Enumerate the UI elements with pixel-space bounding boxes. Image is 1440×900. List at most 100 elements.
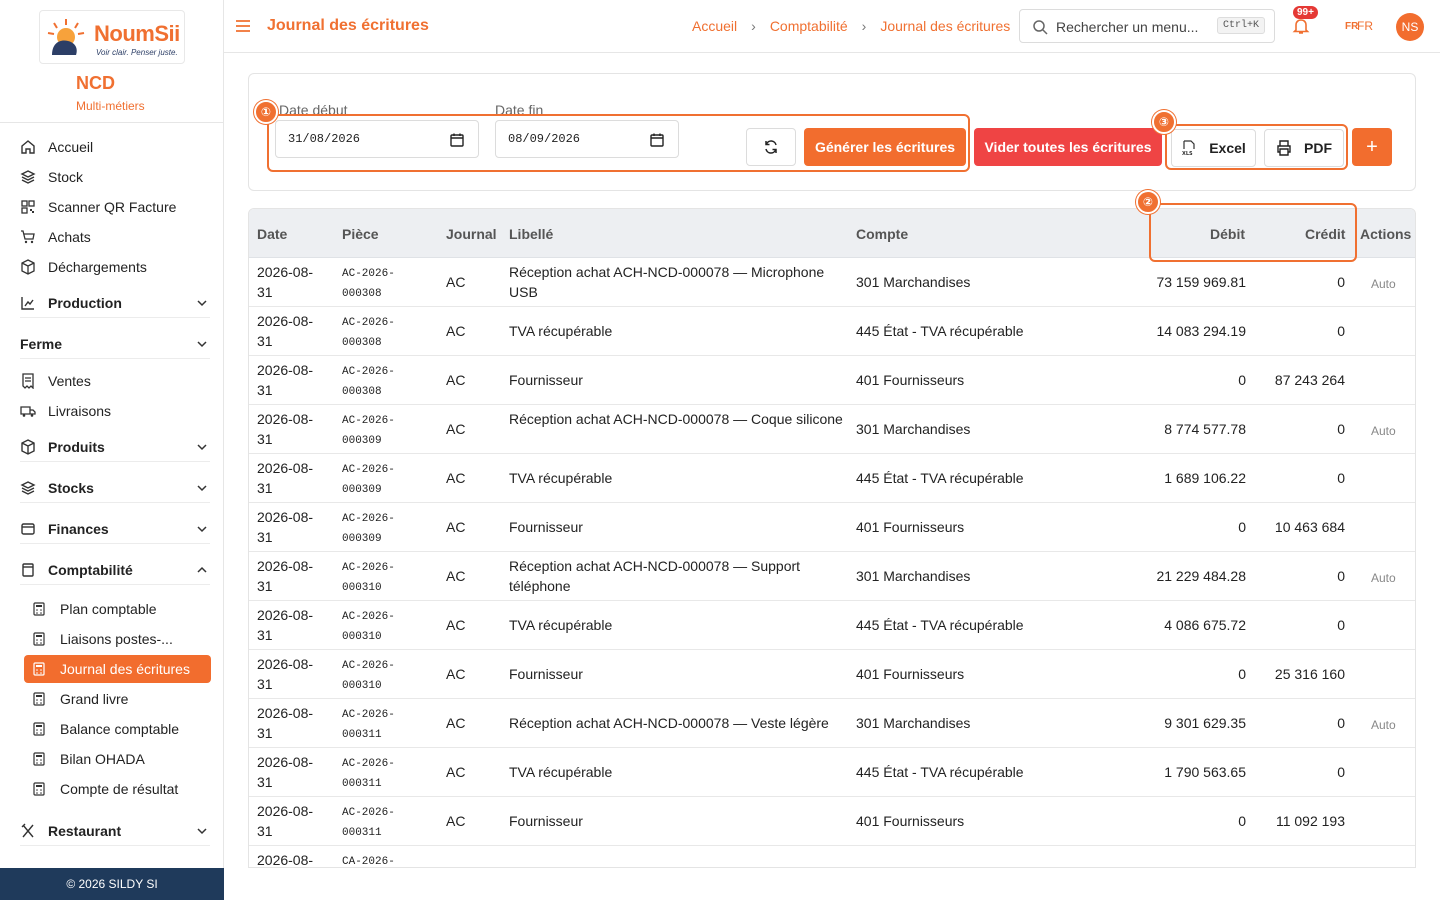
breadcrumb-item[interactable]: Comptabilité xyxy=(770,18,848,34)
cell-action[interactable]: Auto xyxy=(1371,715,1396,735)
sidebar-item-label: Livraisons xyxy=(48,403,112,419)
table-row[interactable]: 2026-08-31 AC-2026-000309 AC TVA récupérabl… xyxy=(249,454,1415,503)
cell-journal: AC xyxy=(446,274,466,290)
add-entry-button[interactable]: + xyxy=(1352,128,1392,166)
sidebar-item-liaisons-postes[interactable]: Liaisons postes-... xyxy=(32,625,173,653)
annotation-marker-3: ③ xyxy=(1152,110,1176,134)
sidebar-item-livraisons[interactable]: Livraisons xyxy=(20,396,111,426)
logo-wordmark: NoumSii xyxy=(94,21,180,46)
cell-debit: 9 301 629.35 xyxy=(1164,715,1246,731)
table-row[interactable]: 2026-08- CA-2026- xyxy=(249,846,1415,867)
cell-action[interactable]: Auto xyxy=(1371,421,1396,441)
sidebar-item-stock[interactable]: Stock xyxy=(20,162,83,192)
annotation-marker-1: ① xyxy=(254,100,278,124)
sidebar-item-bilan-ohada[interactable]: Bilan OHADA xyxy=(32,745,145,773)
avatar[interactable]: NS xyxy=(1396,13,1424,41)
cell-journal: AC xyxy=(446,666,466,682)
sidebar-item-compte-resultat[interactable]: Compte de résultat xyxy=(32,775,178,803)
cell-debit: 21 229 484.28 xyxy=(1156,568,1246,584)
annotation-box-filters xyxy=(267,114,970,172)
sidebar-group-comptabilite[interactable]: Comptabilité xyxy=(20,555,210,585)
table-row[interactable]: 2026-08-31 AC-2026-000310 AC TVA récupérabl… xyxy=(249,601,1415,650)
table-row[interactable]: 2026-08-31 AC-2026-000311 AC TVA récupérabl… xyxy=(249,748,1415,797)
sidebar-item-balance-comptable[interactable]: Balance comptable xyxy=(32,715,179,743)
sidebar-group-finances[interactable]: Finances xyxy=(20,514,210,544)
cell-journal: AC xyxy=(446,813,466,829)
journal-table: Date Pièce Journal Libellé Compte Débit … xyxy=(248,208,1416,868)
sidebar-group-restaurant[interactable]: Restaurant xyxy=(20,816,210,846)
cell-compte: 401 Fournisseurs xyxy=(856,666,965,682)
table-row[interactable]: 2026-08-31 AC-2026-000311 AC Fournisseur 401… xyxy=(249,797,1415,846)
sidebar-group-stocks[interactable]: Stocks xyxy=(20,473,210,503)
sidebar-item-label: Bilan OHADA xyxy=(60,751,145,767)
table-row[interactable]: 2026-08-31 AC-2026-000308 AC TVA récupérabl… xyxy=(249,307,1415,356)
cell-libelle: Fournisseur xyxy=(509,372,583,388)
sidebar-group-produits[interactable]: Produits xyxy=(20,432,210,462)
table-row[interactable]: 2026-08-31 AC-2026-000309 AC Fournisseur 401… xyxy=(249,503,1415,552)
table-row[interactable]: 2026-08-31 AC-2026-000310 AC Réception acha… xyxy=(249,552,1415,601)
table-row[interactable]: 2026-08-31 AC-2026-000311 AC Réception acha… xyxy=(249,699,1415,748)
breadcrumb-item[interactable]: Journal des écritures xyxy=(880,18,1010,34)
calculator-icon xyxy=(33,752,45,766)
sidebar-item-label: Achats xyxy=(48,229,91,245)
sidebar-item-label: Grand livre xyxy=(60,691,129,707)
cell-credit: 87 243 264 xyxy=(1274,372,1345,388)
sidebar-item-accueil[interactable]: Accueil xyxy=(20,132,93,162)
col-header-journal[interactable]: Journal xyxy=(446,226,497,242)
wallet-icon xyxy=(21,522,35,535)
cell-action[interactable]: Auto xyxy=(1371,274,1396,294)
search-input[interactable] xyxy=(1056,16,1206,38)
brand-logo[interactable]: NoumSii Voir clair. Penser juste. xyxy=(39,10,185,64)
sidebar-item-plan-comptable[interactable]: Plan comptable xyxy=(32,595,157,623)
sidebar-item-dechargements[interactable]: Déchargements xyxy=(20,252,147,282)
chevron-down-icon xyxy=(197,485,207,492)
annotation-box-amounts xyxy=(1149,203,1357,262)
col-header-piece[interactable]: Pièce xyxy=(342,226,379,242)
sidebar-group-label: Production xyxy=(48,294,122,311)
chevron-down-icon xyxy=(197,444,207,451)
shortcut-hint: Ctrl+K xyxy=(1217,17,1266,34)
page-title: Journal des écritures xyxy=(267,17,429,34)
language-selector[interactable]: FR xyxy=(1357,19,1373,33)
sidebar-item-journal-ecritures[interactable]: Journal des écritures xyxy=(24,655,211,683)
cell-action[interactable]: Auto xyxy=(1371,568,1396,588)
sidebar-item-achats[interactable]: Achats xyxy=(20,222,91,252)
calculator-icon xyxy=(33,602,45,616)
col-header-libelle[interactable]: Libellé xyxy=(509,226,553,242)
cell-libelle: Réception achat ACH-NCD-000078 — Veste l… xyxy=(509,715,829,731)
sidebar-group-ferme[interactable]: Ferme xyxy=(20,329,210,359)
sidebar-group-production[interactable]: Production xyxy=(20,288,210,318)
cell-piece: AC-2026-000310 xyxy=(342,660,395,692)
sidebar-item-ventes[interactable]: Ventes xyxy=(20,366,91,396)
chart-icon xyxy=(21,296,34,310)
cell-date: 2026-08-31 xyxy=(257,509,314,545)
breadcrumb-item[interactable]: Accueil xyxy=(692,18,737,34)
bell-icon[interactable] xyxy=(1291,16,1311,36)
cell-journal: AC xyxy=(446,568,466,584)
sidebar-group-label: Ferme xyxy=(20,335,63,352)
cell-piece: AC-2026-000311 xyxy=(342,758,395,790)
menu-icon[interactable] xyxy=(235,18,251,34)
cell-compte: 301 Marchandises xyxy=(856,715,971,731)
table-row[interactable]: 2026-08-31 AC-2026-000310 AC Fournisseur 401… xyxy=(249,650,1415,699)
col-header-date[interactable]: Date xyxy=(257,226,287,242)
menu-search[interactable]: Ctrl+K xyxy=(1019,9,1275,43)
cell-libelle: Réception achat ACH-NCD-000078 — Support… xyxy=(509,558,801,594)
chevron-down-icon xyxy=(197,828,207,835)
notification-badge: 99+ xyxy=(1293,6,1318,19)
sidebar-item-scanner-qr[interactable]: Scanner QR Facture xyxy=(20,192,176,222)
col-header-compte[interactable]: Compte xyxy=(856,226,908,242)
table-row[interactable]: 2026-08-31 AC-2026-000308 AC Réception acha… xyxy=(249,258,1415,307)
sidebar-group-label: Finances xyxy=(48,520,109,537)
sidebar-item-grand-livre[interactable]: Grand livre xyxy=(32,685,128,713)
cell-compte: 401 Fournisseurs xyxy=(856,519,965,535)
cell-credit: 25 316 160 xyxy=(1274,666,1345,682)
table-row[interactable]: 2026-08-31 AC-2026-000308 AC Fournisseur 401… xyxy=(249,356,1415,405)
cart-icon xyxy=(21,230,35,244)
sidebar-item-label: Liaisons postes-... xyxy=(60,631,173,647)
cell-credit: 0 xyxy=(1337,715,1345,731)
sidebar-group-label: Stocks xyxy=(48,479,94,496)
clear-entries-button[interactable]: Vider toutes les écritures xyxy=(974,128,1162,166)
cell-credit: 0 xyxy=(1337,274,1345,290)
table-row[interactable]: 2026-08-31 AC-2026-000309 AC Réception acha… xyxy=(249,405,1415,454)
